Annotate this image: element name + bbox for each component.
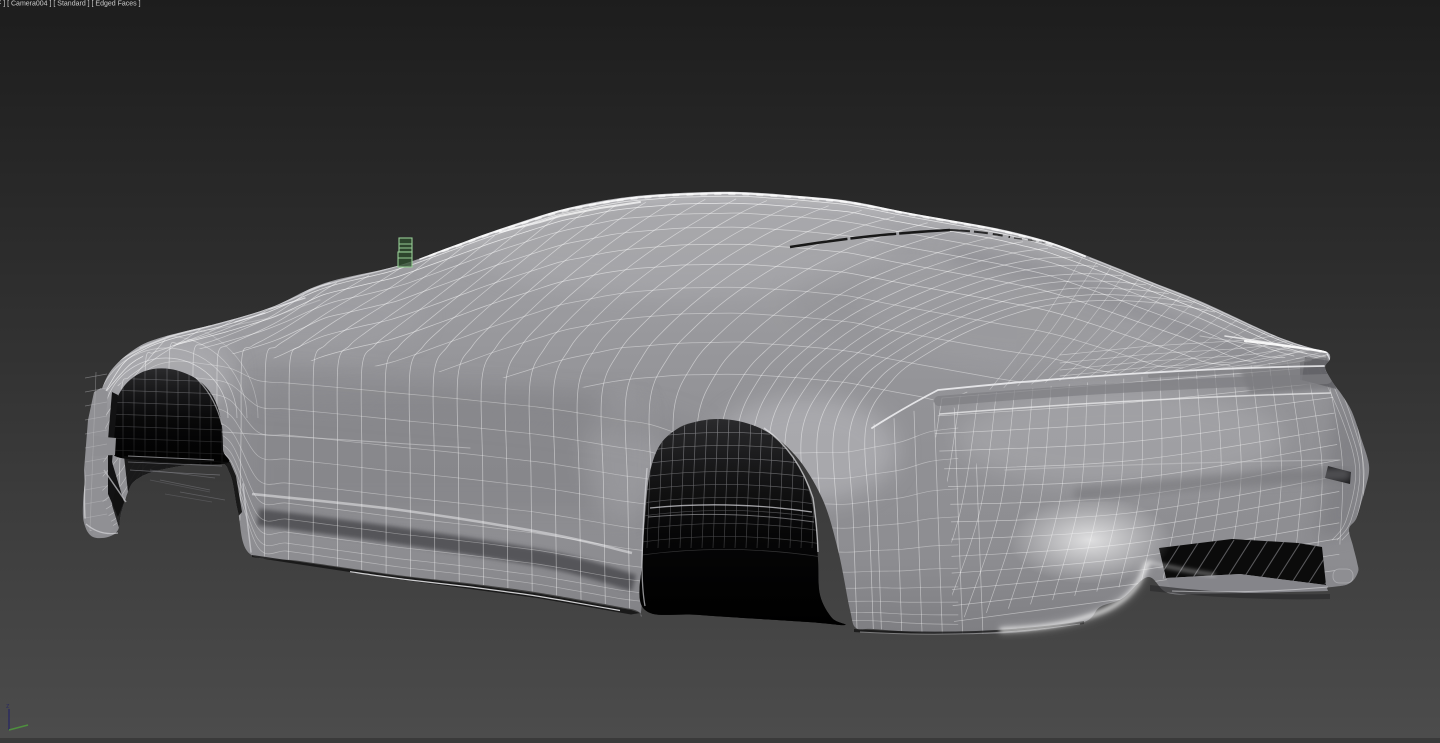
- svg-text:F ] [ Camera004 ] [ Standard ]: F ] [ Camera004 ] [ Standard ] [ Edged F…: [0, 1, 141, 8]
- svg-text:z: z: [6, 703, 10, 710]
